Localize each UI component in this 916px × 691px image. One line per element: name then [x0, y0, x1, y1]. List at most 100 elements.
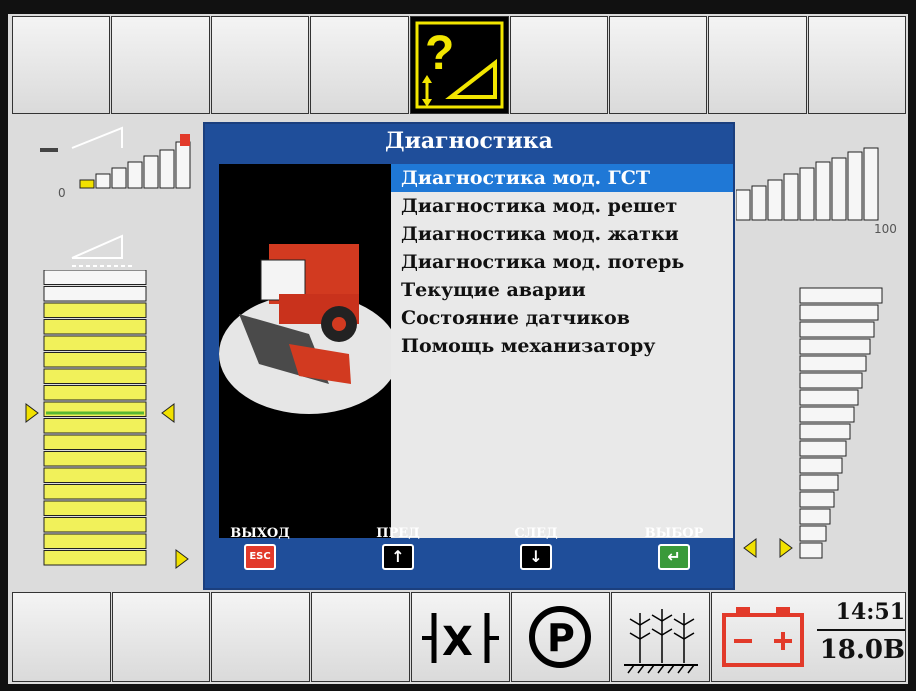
time-readout: 14:51: [817, 599, 906, 631]
level-segment: [43, 550, 147, 566]
menu-item-current-alarms[interactable]: Текущие аварии: [391, 276, 733, 304]
arrow-up-icon: ↑: [382, 544, 414, 570]
dialog-title: Диагностика: [385, 128, 553, 154]
menu-item-losses[interactable]: Диагностика мод. потерь: [391, 248, 733, 276]
diagnostics-menu: Диагностика мод. ГСТ Диагностика мод. ре…: [391, 164, 733, 360]
level-segment: [43, 467, 147, 483]
top-button-2[interactable]: [111, 16, 210, 114]
bottom-button-4[interactable]: [311, 592, 410, 682]
level-segment: [43, 451, 147, 467]
staircase-segment: [799, 338, 871, 355]
select-softkey[interactable]: ВЫБОР ↵: [629, 524, 719, 570]
menu-item-sieves[interactable]: Диагностика мод. решет: [391, 192, 733, 220]
top-button-diagnostics[interactable]: ?: [409, 16, 509, 114]
top-button-1[interactable]: [12, 16, 111, 114]
enter-icon: ↵: [658, 544, 690, 570]
level-segment: [43, 286, 147, 302]
staircase-segment: [799, 508, 831, 525]
right-level-bars: [735, 147, 879, 221]
level-segment: [43, 270, 147, 285]
staircase-segment: [799, 440, 847, 457]
level-segment: [43, 484, 147, 500]
staircase-segment: [799, 389, 859, 406]
top-button-4[interactable]: [310, 16, 409, 114]
prev-label: ПРЕД: [376, 526, 420, 541]
bezel: [0, 0, 8, 691]
menu-item-gst[interactable]: Диагностика мод. ГСТ: [391, 164, 733, 192]
load-staircase-bar: [743, 287, 883, 559]
softkey-bar: ВЫХОД ESC ПРЕД ↑ СЛЕД ↓ ВЫБОР ↵: [205, 524, 733, 588]
bottom-button-2[interactable]: [111, 592, 211, 682]
next-label: СЛЕД: [514, 526, 558, 541]
level-segment: [43, 533, 147, 549]
top-button-bar: ?: [12, 16, 906, 116]
select-label: ВЫБОР: [644, 526, 704, 541]
bezel: [0, 0, 916, 14]
staircase-segment: [799, 491, 835, 508]
diagnostics-dialog: Диагностика Диагностика мод. ГСТ Диагнос…: [203, 122, 735, 590]
svg-text:X: X: [442, 619, 473, 665]
level-segment: [43, 368, 147, 384]
crop-button[interactable]: [610, 592, 710, 682]
left-gauge-panel: 0: [12, 118, 202, 590]
exit-softkey[interactable]: ВЫХОД ESC: [215, 524, 305, 570]
dialog-body: Диагностика мод. ГСТ Диагностика мод. ре…: [219, 164, 733, 538]
staircase-segment: [799, 287, 883, 304]
screen: ? 0 100 Диагностика Диагностика мод. ГСТ…: [0, 0, 916, 691]
right-gauge-panel: 100: [735, 118, 906, 590]
menu-item-operator-help[interactable]: Помощь механизатору: [391, 332, 733, 360]
top-button-7[interactable]: [608, 16, 708, 114]
staircase-segment: [799, 423, 851, 440]
menu-item-header[interactable]: Диагностика мод. жатки: [391, 220, 733, 248]
level-segment: [43, 352, 147, 368]
combine-harvester-image: [219, 164, 391, 538]
staircase-segment: [799, 304, 879, 321]
exit-label: ВЫХОД: [230, 526, 290, 541]
diff-lock-button[interactable]: X: [410, 592, 510, 682]
battery-icon: [721, 607, 804, 667]
svg-text:?: ?: [425, 27, 454, 80]
top-button-3[interactable]: [210, 16, 310, 114]
crop-field-icon: [623, 609, 698, 674]
top-button-9[interactable]: [807, 16, 906, 114]
prev-softkey[interactable]: ПРЕД ↑: [353, 524, 443, 570]
esc-key-icon: ESC: [244, 544, 276, 570]
right-gauge-max-label: 100: [874, 222, 897, 236]
parking-icon: P: [528, 606, 591, 668]
header-height-bar: [25, 270, 189, 569]
svg-text:P: P: [547, 616, 575, 660]
menu-item-sensor-status[interactable]: Состояние датчиков: [391, 304, 733, 332]
level-segment: [43, 319, 147, 335]
staircase-segment: [799, 406, 855, 423]
staircase-segment: [799, 321, 875, 338]
bottom-button-3[interactable]: [211, 592, 311, 682]
top-button-6[interactable]: [509, 16, 608, 114]
level-segment: [43, 434, 147, 450]
reel-position-icon: [40, 126, 191, 267]
level-segment: [43, 335, 147, 351]
bottom-button-bar: X P 14:51 18.0В: [12, 592, 907, 684]
bottom-button-1[interactable]: [12, 592, 111, 682]
staircase-segment: [799, 474, 839, 491]
top-button-8[interactable]: [708, 16, 807, 114]
arrow-down-icon: ↓: [520, 544, 552, 570]
level-segment: [43, 418, 147, 434]
parking-button[interactable]: P: [510, 592, 610, 682]
diff-lock-icon: X: [421, 613, 499, 665]
next-softkey[interactable]: СЛЕД ↓: [491, 524, 581, 570]
staircase-segment: [799, 525, 827, 542]
level-segment: [43, 385, 147, 401]
bezel: [0, 684, 916, 691]
bezel: [908, 0, 916, 691]
staircase-segment: [799, 372, 863, 389]
clock-area: 14:51 18.0В: [817, 599, 906, 665]
staircase-segment: [799, 355, 867, 372]
level-segment: [43, 500, 147, 516]
status-cell: 14:51 18.0В: [710, 592, 907, 682]
level-segment: [43, 517, 147, 533]
staircase-segment: [799, 457, 843, 474]
question-slope-icon: ?: [415, 21, 503, 109]
staircase-segment: [799, 542, 823, 559]
voltage-readout: 18.0В: [819, 635, 906, 665]
left-gauge-min-label: 0: [58, 186, 66, 200]
